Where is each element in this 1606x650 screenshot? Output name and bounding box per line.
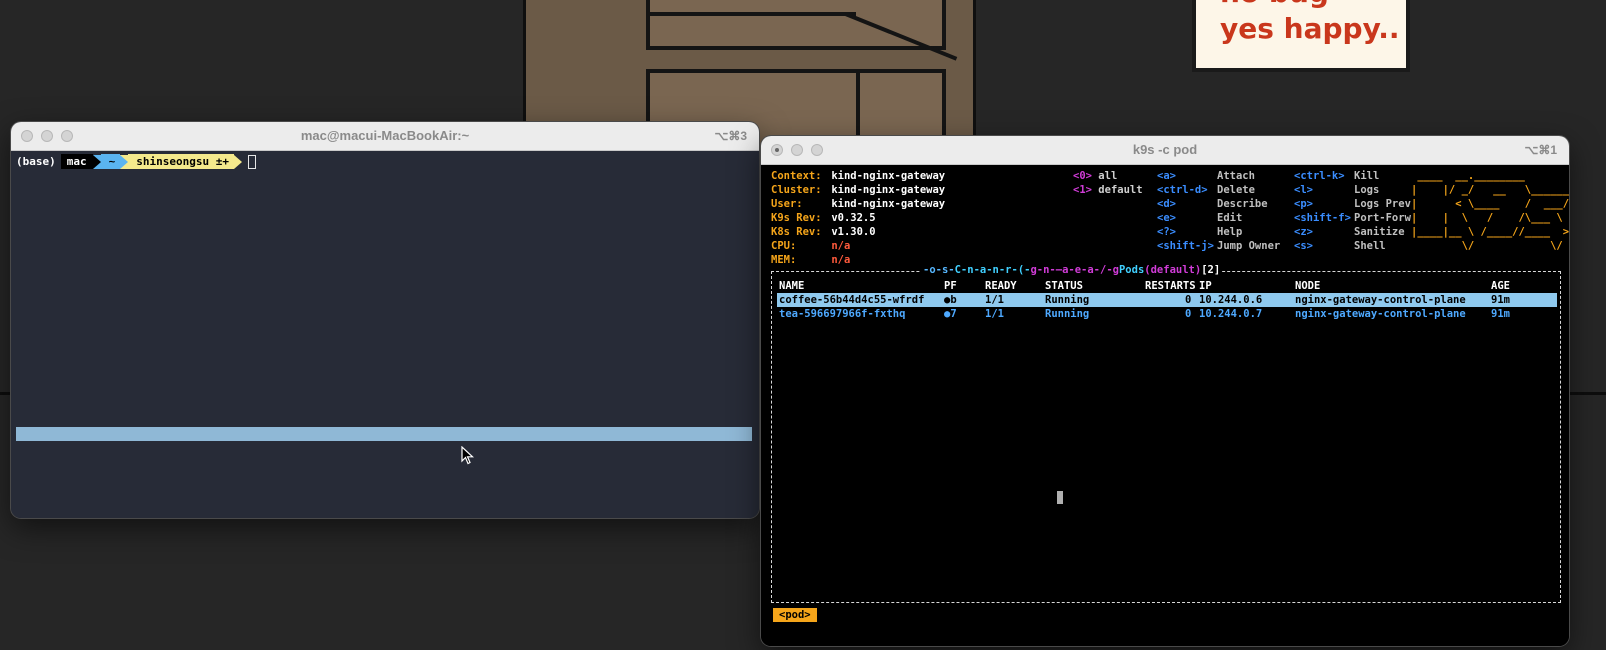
col-name[interactable]: NAME <box>779 279 804 293</box>
hotkey-jump-owner: <shift-j> Jump Owner <box>1157 240 1281 252</box>
prompt-git-branch: shinseongsu ±+ <box>128 154 234 169</box>
pod-ip: 10.244.0.6 <box>1199 294 1263 306</box>
table-title: -o-s-C-n-a-n-r-(-g-n-–a-e-a-/-gPods(defa… <box>921 263 1223 277</box>
hotkey-shell: <s> Shell <box>1294 240 1386 252</box>
table-header: NAME PF READY STATUS RESTARTS IP NODE AG… <box>777 279 1557 293</box>
hotkey-edit: <e> Edit <box>1157 212 1243 224</box>
selection-highlight <box>16 427 752 441</box>
info-k9s-rev: K9s Rev: v0.32.5 <box>771 212 876 224</box>
shell-prompt: (base) mac ~ shinseongsu ±+ <box>16 154 256 169</box>
pod-ready: 1/1 <box>985 308 1004 320</box>
note-line-2: yes happy.. <box>1220 12 1400 45</box>
pod-age: 91m <box>1491 294 1510 306</box>
hotkey-sanitize: <z> Sanitize <box>1294 226 1405 238</box>
k9s-content[interactable]: Context: kind-nginx-gateway Cluster: kin… <box>761 165 1569 646</box>
col-age[interactable]: AGE <box>1491 279 1510 293</box>
terminal-window-1[interactable]: mac@macui-MacBookAir:~ ⌥⌘3 (base) mac ~ … <box>11 122 759 518</box>
pod-restarts: 0 <box>1185 308 1192 320</box>
pod-name: tea-596697966f-fxthq <box>779 308 906 320</box>
powerline-arrow <box>120 154 129 169</box>
pod-age: 91m <box>1491 308 1510 320</box>
window-title: k9s -c pod <box>1132 142 1198 157</box>
table-row[interactable]: tea-596697966f-fxthq ●7 1/1 Running 0 10… <box>777 307 1557 321</box>
info-cpu: CPU: n/a <box>771 240 851 252</box>
pod-node: nginx-gateway-control-plane <box>1295 308 1466 320</box>
k9s-logo: ____ __.________ | |/ _/ __ \______ | < … <box>1411 170 1569 252</box>
pod-node: nginx-gateway-control-plane <box>1295 294 1466 306</box>
hotkey-describe: <d> Describe <box>1157 198 1268 210</box>
pod-restarts: 0 <box>1185 294 1192 306</box>
col-pf[interactable]: PF <box>944 279 957 293</box>
info-context: Context: kind-nginx-gateway <box>771 170 946 182</box>
hotkey-logs-prev: <p> Logs Prev <box>1294 198 1411 210</box>
hotkey-help: <?> Help <box>1157 226 1243 238</box>
pod-name: coffee-56b44d4c55-wfrdf <box>779 294 925 306</box>
col-node[interactable]: NODE <box>1295 279 1320 293</box>
pod-ip: 10.244.0.7 <box>1199 308 1263 320</box>
col-ip[interactable]: IP <box>1199 279 1212 293</box>
info-user: User: kind-nginx-gateway <box>771 198 946 210</box>
col-ready[interactable]: READY <box>985 279 1017 293</box>
namespace-all[interactable]: <0> all <box>1073 169 1117 183</box>
text-cursor <box>247 154 256 169</box>
k9s-window[interactable]: k9s -c pod ⌥⌘1 Context: kind-nginx-gatew… <box>761 136 1569 646</box>
door-panel-top <box>646 0 946 50</box>
hotkey-delete: <ctrl-d> Delete <box>1157 184 1255 196</box>
table-row[interactable]: coffee-56b44d4c55-wfrdf ●b 1/1 Running 0… <box>777 293 1557 307</box>
hotkey-logs: <l> Logs <box>1294 184 1380 196</box>
prompt-env: (base) <box>16 155 56 168</box>
prompt-dir: ~ <box>100 154 121 169</box>
pod-pf: ●b <box>944 294 957 306</box>
pod-pf: ●7 <box>944 308 957 320</box>
mouse-pointer-icon <box>461 446 475 465</box>
prompt-user: mac <box>60 154 93 169</box>
namespace-default[interactable]: <1> default <box>1073 183 1143 197</box>
wallpaper-note: no bug yes happy.. <box>1192 0 1410 72</box>
door-shelf <box>646 12 856 16</box>
text-cursor <box>1057 491 1063 504</box>
info-mem: MEM: n/a <box>771 254 851 266</box>
pods-table[interactable]: NAME PF READY STATUS RESTARTS IP NODE AG… <box>777 279 1557 321</box>
terminal-content[interactable]: (base) mac ~ shinseongsu ±+ <box>11 151 759 518</box>
hotkey-kill: <ctrl-k> Kill <box>1294 170 1380 182</box>
window-shortcut: ⌥⌘3 <box>714 129 747 143</box>
window-title: mac@macui-MacBookAir:~ <box>300 128 470 143</box>
pod-ready: 1/1 <box>985 294 1004 306</box>
hotkey-attach: <a> Attach <box>1157 170 1255 182</box>
hotkey-port-forward: <shift-f> Port-Forw <box>1294 212 1411 224</box>
breadcrumb[interactable]: <pod> <box>773 608 817 622</box>
pod-status: Running <box>1045 294 1090 306</box>
titlebar[interactable]: k9s -c pod ⌥⌘1 <box>761 136 1569 165</box>
pod-status: Running <box>1045 308 1090 320</box>
titlebar[interactable]: mac@macui-MacBookAir:~ ⌥⌘3 <box>11 122 759 151</box>
info-cluster: Cluster: kind-nginx-gateway <box>771 184 946 196</box>
col-restarts[interactable]: RESTARTS <box>1145 279 1196 293</box>
col-status[interactable]: STATUS <box>1045 279 1083 293</box>
powerline-arrow <box>92 154 101 169</box>
powerline-arrow <box>233 154 242 169</box>
window-shortcut: ⌥⌘1 <box>1524 143 1557 157</box>
info-k8s-rev: K8s Rev: v1.30.0 <box>771 226 876 238</box>
note-line-1: no bug <box>1220 0 1329 9</box>
